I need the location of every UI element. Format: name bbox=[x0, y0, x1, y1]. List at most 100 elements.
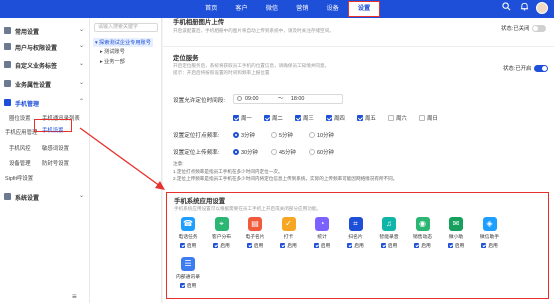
nav-devices[interactable]: 设备 bbox=[318, 0, 348, 18]
sidebar-section-common[interactable]: 常用设置 ⌄ bbox=[0, 24, 90, 38]
nav-settings[interactable]: 设置 bbox=[347, 1, 381, 17]
app-tile[interactable]: ◉ 销售动态 启用 bbox=[410, 217, 436, 251]
day-checkbox[interactable]: 周一 bbox=[233, 114, 252, 122]
nav-wechat[interactable]: 微信 bbox=[257, 0, 287, 18]
sidebar-item-devices[interactable]: 设备管理 bbox=[9, 159, 31, 167]
nav-customers[interactable]: 客户 bbox=[226, 0, 256, 18]
sidebar-item-sensitive[interactable]: 敏感词设置 bbox=[42, 144, 69, 152]
radio[interactable] bbox=[233, 132, 239, 138]
sidebar-section-users[interactable]: 用户与权限设置 ⌄ bbox=[0, 40, 90, 54]
punch-frequency-option[interactable]: 10分钟 bbox=[309, 131, 334, 139]
day-checkbox[interactable]: 周二 bbox=[264, 114, 283, 122]
checkbox[interactable] bbox=[326, 115, 332, 121]
checkbox[interactable] bbox=[388, 115, 394, 121]
checkbox[interactable] bbox=[179, 283, 185, 288]
sidebar-section-tags[interactable]: 自定义业务标签 ⌄ bbox=[0, 58, 90, 72]
sidebar-section-label: 自定义业务标签 bbox=[15, 64, 58, 70]
app-enable[interactable]: 启用 bbox=[175, 282, 201, 289]
app-tile[interactable]: ⌗ 扫名片 启用 bbox=[343, 217, 369, 251]
upload-frequency-option[interactable]: 30分钟 bbox=[233, 148, 258, 156]
app-tile[interactable]: ♫ 智能录音 启用 bbox=[376, 217, 402, 251]
app-enable[interactable]: 启用 bbox=[376, 242, 402, 249]
location-section-subdesc: 提示：开启后将按照设置的时间和频率上报位置 bbox=[173, 70, 270, 75]
app-tile[interactable]: ✓ 打卡 启用 bbox=[276, 217, 302, 251]
sidebar-section-system[interactable]: 系统设置 ⌄ bbox=[0, 190, 90, 204]
app-tile[interactable]: ☎ 电话任务 启用 bbox=[175, 217, 201, 251]
radio[interactable] bbox=[271, 149, 277, 155]
divider bbox=[163, 46, 554, 47]
note-title: 注意: bbox=[173, 161, 184, 166]
app-enable[interactable]: 启用 bbox=[309, 242, 335, 249]
app-enable[interactable]: 启用 bbox=[209, 242, 235, 249]
upload-toggle[interactable] bbox=[532, 24, 547, 32]
app-enable[interactable]: 启用 bbox=[410, 242, 436, 249]
clock-icon bbox=[237, 96, 242, 101]
location-toggle[interactable] bbox=[534, 64, 549, 72]
tree-node-test[interactable]: ▸ 测试账号 bbox=[100, 48, 125, 55]
sidebar-item-sip[interactable]: Sipfit呼设置 bbox=[5, 174, 33, 182]
app-tile[interactable]: ☰ 内部通讯录 启用 bbox=[175, 257, 201, 291]
time-range-picker[interactable]: 09:00 ～ 18:00 bbox=[233, 94, 343, 104]
bell-icon[interactable] bbox=[518, 2, 530, 14]
nav-home[interactable]: 首页 bbox=[196, 0, 226, 18]
scan-card-icon: ⌗ bbox=[348, 217, 363, 231]
day-checkbox[interactable]: 周六 bbox=[388, 114, 407, 122]
app-tile[interactable]: ◔ 统计 启用 bbox=[309, 217, 335, 251]
upload-frequency-option[interactable]: 60分钟 bbox=[309, 148, 334, 156]
punch-frequency-option[interactable]: 5分钟 bbox=[271, 131, 293, 139]
app-enable[interactable]: 启用 bbox=[443, 242, 469, 249]
app-enable[interactable]: 启用 bbox=[175, 242, 201, 249]
tree-node-dept1[interactable]: ▸ 业务一部 bbox=[100, 58, 125, 65]
sidebar-item-circle[interactable]: 圈位设置 bbox=[9, 114, 31, 122]
checkbox[interactable] bbox=[313, 243, 319, 248]
avatar[interactable] bbox=[536, 2, 548, 14]
checkbox[interactable] bbox=[280, 243, 286, 248]
app-enable[interactable]: 启用 bbox=[242, 242, 268, 249]
sidebar-item-app-manage[interactable]: 手机应用管理 bbox=[5, 128, 37, 136]
chevron-down-icon: ⌄ bbox=[78, 61, 84, 67]
sidebar-section-business[interactable]: 业务属性设置 ⌄ bbox=[0, 77, 90, 91]
checkbox[interactable] bbox=[419, 115, 425, 121]
app-name: 客户分布 bbox=[211, 235, 232, 240]
checkbox[interactable] bbox=[246, 243, 252, 248]
radio[interactable] bbox=[233, 149, 239, 155]
radio[interactable] bbox=[309, 132, 315, 138]
day-checkbox[interactable]: 周三 bbox=[295, 114, 314, 122]
app-tile[interactable]: ⌖ 客户分布启用 bbox=[209, 217, 235, 251]
app-enable[interactable]: 启用 bbox=[477, 242, 503, 249]
sidebar-item-phone-settings[interactable]: 手机设置 bbox=[42, 126, 64, 134]
customer-map-icon: ⌖ bbox=[214, 217, 229, 231]
collapse-menu-icon[interactable]: ≡ bbox=[72, 292, 77, 301]
sidebar-section-phone[interactable]: 手机管理 ⌃ bbox=[0, 96, 90, 110]
checkbox[interactable] bbox=[357, 115, 363, 121]
checkbox[interactable] bbox=[213, 243, 219, 248]
app-tile[interactable]: ✉ 微小助 启用 bbox=[443, 217, 469, 251]
app-enable[interactable]: 启用 bbox=[276, 242, 302, 249]
radio[interactable] bbox=[309, 149, 315, 155]
search-icon[interactable] bbox=[500, 2, 512, 14]
day-checkbox[interactable]: 周五 bbox=[357, 114, 376, 122]
checkbox[interactable] bbox=[447, 243, 453, 248]
sidebar-item-antiban[interactable]: 防封号设置 bbox=[42, 159, 69, 167]
app-tile[interactable]: ▤ 电子名片 启用 bbox=[242, 217, 268, 251]
sidebar-item-risk[interactable]: 手机风控 bbox=[9, 144, 31, 152]
day-checkbox[interactable]: 周四 bbox=[326, 114, 345, 122]
tree-search-input[interactable]: 请输入搜索关键字 bbox=[94, 23, 158, 32]
punch-frequency-option[interactable]: 3分钟 bbox=[233, 131, 255, 139]
top-nav: 首页 客户 微信 营销 设备 设置 bbox=[196, 0, 381, 18]
tree-node-root[interactable]: ▾ 探索测试企业专用账号 bbox=[93, 38, 153, 47]
checkbox[interactable] bbox=[414, 243, 420, 248]
upload-frequency-option[interactable]: 45分钟 bbox=[271, 148, 296, 156]
checkbox[interactable] bbox=[380, 243, 386, 248]
checkbox[interactable] bbox=[481, 243, 487, 248]
checkbox[interactable] bbox=[233, 115, 239, 121]
app-tile[interactable]: ◈ 微信助手 启用 bbox=[477, 217, 503, 251]
radio[interactable] bbox=[271, 132, 277, 138]
app-enable[interactable]: 启用 bbox=[343, 242, 369, 249]
checkbox[interactable] bbox=[179, 243, 185, 248]
nav-marketing[interactable]: 营销 bbox=[287, 0, 317, 18]
checkbox[interactable] bbox=[264, 115, 270, 121]
checkbox[interactable] bbox=[295, 115, 301, 121]
day-checkbox[interactable]: 周日 bbox=[419, 114, 438, 122]
checkbox[interactable] bbox=[347, 243, 353, 248]
